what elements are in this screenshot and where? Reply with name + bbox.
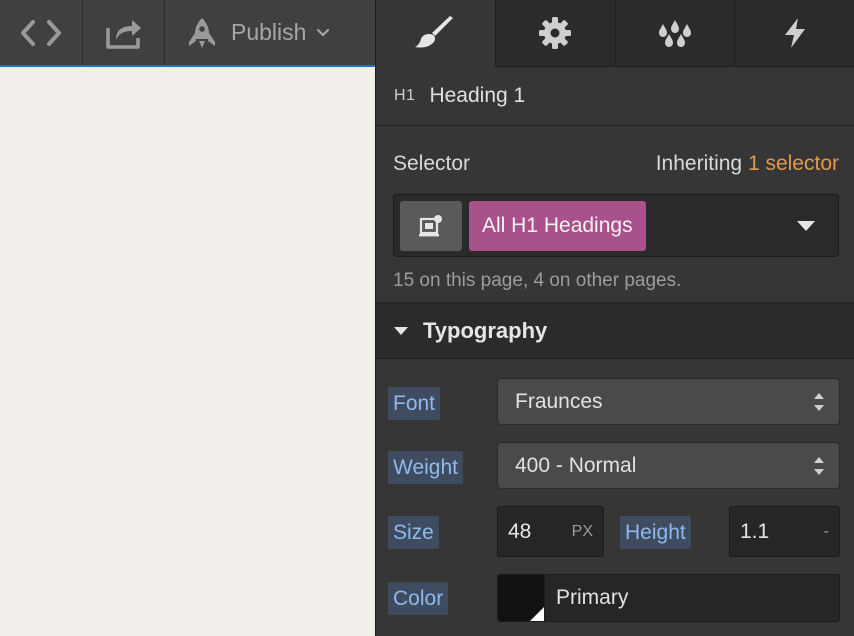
selector-chip[interactable]: All H1 Headings: [469, 200, 646, 251]
inheriting-prefix: Inheriting: [655, 152, 748, 175]
publish-button[interactable]: Publish: [165, 0, 375, 65]
export-button[interactable]: [83, 0, 165, 65]
element-name: Heading 1: [429, 84, 526, 107]
tab-style[interactable]: [376, 0, 496, 67]
weight-value: 400 - Normal: [515, 453, 637, 477]
font-select[interactable]: Fraunces: [497, 378, 840, 425]
font-value: Fraunces: [515, 389, 603, 413]
caret-down-icon: [394, 327, 408, 335]
code-button[interactable]: [0, 0, 83, 65]
updown-arrows-icon: [814, 457, 824, 475]
selector-header: Selector Inheriting 1 selector: [393, 126, 839, 194]
typography-section-header[interactable]: Typography: [376, 304, 854, 359]
tab-style-manager[interactable]: [615, 0, 736, 67]
tab-interactions[interactable]: [735, 0, 854, 67]
height-unit-selector[interactable]: -: [824, 523, 829, 541]
publish-label: Publish: [231, 19, 307, 45]
height-value: 1.1: [740, 519, 770, 543]
color-value: Primary: [556, 586, 629, 609]
selector-usage-note: 15 on this page, 4 on other pages.: [393, 270, 682, 291]
selector-section: Selector Inheriting 1 selector All H1 He…: [376, 126, 854, 304]
size-input[interactable]: 48 PX: [497, 506, 604, 557]
selector-label: Selector: [393, 152, 471, 175]
top-toolbar: Publish: [0, 0, 375, 67]
element-tag-icon: [419, 214, 442, 236]
selector-field[interactable]: All H1 Headings: [393, 194, 839, 257]
design-canvas[interactable]: [0, 67, 375, 636]
tab-settings[interactable]: [495, 0, 616, 67]
size-value: 48: [508, 519, 532, 543]
chevron-down-icon: [317, 28, 330, 37]
inheriting-selector-link[interactable]: 1 selector: [748, 152, 839, 175]
weight-select[interactable]: 400 - Normal: [497, 442, 840, 489]
color-picker-field[interactable]: Primary: [497, 574, 840, 622]
inheriting-text: Inheriting 1 selector: [656, 152, 839, 176]
drops-icon: [658, 20, 691, 47]
height-input[interactable]: 1.1 -: [729, 506, 840, 557]
color-row: Color Primary: [376, 574, 854, 622]
typography-title: Typography: [423, 318, 548, 343]
color-label[interactable]: Color: [388, 582, 449, 615]
paintbrush-icon: [415, 16, 454, 48]
lightning-icon: [784, 18, 805, 48]
weight-label[interactable]: Weight: [388, 451, 463, 484]
updown-arrows-icon: [814, 393, 824, 411]
gear-icon: [539, 17, 572, 49]
style-panel: H1 Heading 1 Selector Inheriting 1 selec…: [375, 0, 854, 636]
size-label[interactable]: Size: [388, 516, 439, 549]
selected-element: H1 Heading 1: [376, 67, 854, 126]
size-unit-selector[interactable]: PX: [572, 523, 593, 541]
weight-row: Weight 400 - Normal: [376, 442, 854, 490]
font-label[interactable]: Font: [388, 387, 441, 420]
font-row: Font Fraunces: [376, 378, 854, 426]
caret-down-icon[interactable]: [796, 220, 816, 232]
rocket-icon: [189, 17, 215, 48]
size-height-row: Size 48 PX Height 1.1 -: [376, 506, 854, 557]
element-tag-badge: H1: [394, 87, 416, 104]
color-swatch[interactable]: [498, 575, 545, 621]
code-icon: [21, 19, 61, 46]
height-label[interactable]: Height: [620, 516, 691, 549]
export-icon: [105, 19, 141, 49]
selector-type-button[interactable]: [400, 200, 462, 251]
panel-tabs: [376, 0, 854, 67]
